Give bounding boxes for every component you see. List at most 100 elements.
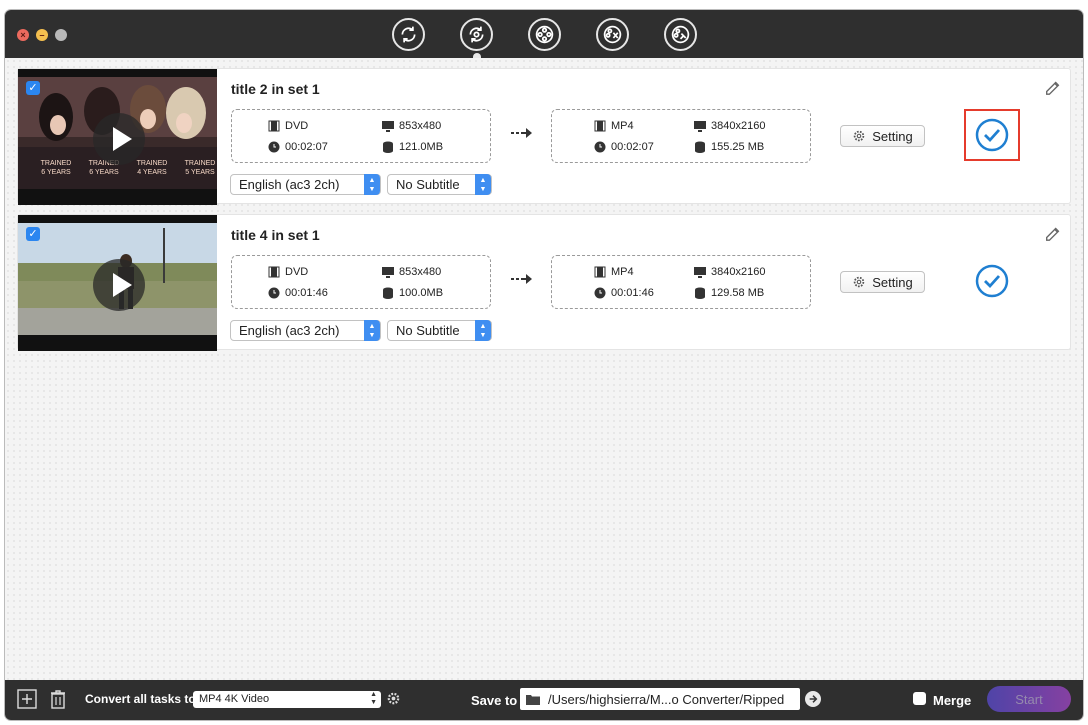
start-button-label: Start: [1015, 691, 1043, 707]
clock-icon: [594, 141, 606, 153]
output-resolution-value: 3840x2160: [711, 120, 766, 132]
source-format: DVD: [268, 266, 308, 278]
source-size-value: 100.0MB: [399, 287, 444, 299]
edit-pencil-icon[interactable]: [1044, 78, 1062, 96]
edit-pencil-icon[interactable]: [1044, 224, 1062, 242]
source-duration-value: 00:02:07: [285, 141, 328, 153]
monitor-icon: [694, 267, 706, 278]
source-info-box: DVD 853x480 00:01:46 100.0MB: [231, 255, 491, 309]
chevron-updown-icon: ▲ ▼: [364, 174, 380, 195]
app-window: × – TRAINED 6 YEARS TRAINED 6 YEARS TRAI…: [5, 10, 1083, 720]
check-circle-icon: [975, 118, 1009, 152]
trash-icon[interactable]: [48, 688, 68, 710]
add-file-icon[interactable]: [17, 688, 37, 710]
folder-icon: [526, 695, 540, 705]
database-icon: [695, 287, 705, 299]
video-toolbox-icon[interactable]: [664, 18, 697, 51]
source-resolution-value: 853x480: [399, 120, 442, 132]
output-info-box: MP4 3840x2160 00:02:07 155.25 MB: [551, 109, 811, 163]
task-checkbox[interactable]: ✓: [26, 227, 40, 241]
setting-button-label: Setting: [872, 128, 913, 144]
source-format-value: DVD: [285, 120, 309, 132]
task-row: ✓ title 4 in set 1 DVD 853x480 00:01:46: [17, 214, 1071, 351]
subtitle-value: No Subtitle: [396, 177, 460, 192]
minimize-window-button[interactable]: –: [36, 29, 48, 41]
subtitle-value: No Subtitle: [396, 323, 460, 338]
gear-icon: [854, 130, 865, 142]
monitor-icon: [382, 267, 394, 278]
save-path-value: /Users/highsierra/M...o Converter/Ripped: [548, 691, 785, 707]
source-duration: 00:02:07: [268, 141, 328, 153]
zoom-window-button[interactable]: [55, 29, 67, 41]
gear-icon[interactable]: [386, 691, 401, 706]
clock-icon: [268, 287, 280, 299]
video-converter-icon[interactable]: [460, 18, 493, 51]
start-button[interactable]: Start: [987, 686, 1071, 712]
video-thumbnail[interactable]: TRAINED 6 YEARS TRAINED 6 YEARS TRAINED …: [18, 69, 217, 205]
setting-button[interactable]: Setting: [840, 125, 925, 147]
subtitle-select[interactable]: No Subtitle ▲ ▼: [387, 174, 492, 195]
video-edit-icon[interactable]: [596, 18, 629, 51]
merge-checkbox[interactable]: [913, 692, 926, 705]
video-download-icon[interactable]: [528, 18, 561, 51]
clock-icon: [268, 141, 280, 153]
output-format: MP4: [594, 266, 634, 278]
audio-track-value: English (ac3 2ch): [239, 177, 340, 192]
setting-button-label: Setting: [872, 274, 913, 290]
done-status-highlight[interactable]: [964, 109, 1020, 161]
task-checkbox[interactable]: ✓: [26, 81, 40, 95]
thumbnail-caption: TRAINED 5 YEARS: [184, 160, 216, 176]
setting-button[interactable]: Setting: [840, 271, 925, 293]
close-window-button[interactable]: ×: [17, 29, 29, 41]
source-format: DVD: [268, 120, 308, 132]
source-resolution: 853x480: [382, 120, 441, 132]
subtitle-select[interactable]: No Subtitle ▲ ▼: [387, 320, 492, 341]
output-duration-value: 00:02:07: [611, 141, 654, 153]
convert-format-select[interactable]: MP4 4K Video ▲ ▼: [193, 691, 381, 708]
audio-track-value: English (ac3 2ch): [239, 323, 340, 338]
source-duration: 00:01:46: [268, 287, 328, 299]
title-bar: × –: [5, 10, 1083, 58]
source-info-box: DVD 853x480 00:02:07 121.0MB: [231, 109, 491, 163]
output-duration-value: 00:01:46: [611, 287, 654, 299]
task-title: title 4 in set 1: [231, 227, 320, 243]
audio-track-select[interactable]: English (ac3 2ch) ▲ ▼: [230, 320, 381, 341]
film-icon: [594, 120, 606, 132]
save-path-field[interactable]: /Users/highsierra/M...o Converter/Ripped: [520, 688, 800, 710]
output-format-value: MP4: [611, 120, 634, 132]
audio-track-select[interactable]: English (ac3 2ch) ▲ ▼: [230, 174, 381, 195]
done-status[interactable]: [964, 255, 1020, 307]
database-icon: [383, 141, 393, 153]
output-duration: 00:01:46: [594, 287, 654, 299]
play-icon[interactable]: [93, 113, 145, 165]
database-icon: [383, 287, 393, 299]
source-format-value: DVD: [285, 266, 309, 278]
merge-label: Merge: [933, 693, 972, 708]
clock-icon: [594, 287, 606, 299]
open-folder-button[interactable]: [805, 691, 821, 707]
film-icon: [268, 266, 280, 278]
film-icon: [268, 120, 280, 132]
dvd-ripper-icon[interactable]: [392, 18, 425, 51]
bottom-bar: Convert all tasks to MP4 4K Video ▲ ▼ Sav…: [5, 680, 1083, 720]
monitor-icon: [382, 121, 394, 132]
output-resolution: 3840x2160: [694, 120, 765, 132]
convert-all-label: Convert all tasks to: [85, 692, 196, 706]
output-resolution: 3840x2160: [694, 266, 765, 278]
output-size-value: 129.58 MB: [711, 287, 765, 299]
database-icon: [695, 141, 705, 153]
source-resolution: 853x480: [382, 266, 441, 278]
monitor-icon: [694, 121, 706, 132]
chevron-updown-icon: ▲ ▼: [370, 691, 377, 706]
output-resolution-value: 3840x2160: [711, 266, 766, 278]
task-title: title 2 in set 1: [231, 81, 320, 97]
output-size-value: 155.25 MB: [711, 141, 765, 153]
convert-format-value: MP4 4K Video: [199, 693, 270, 705]
play-icon[interactable]: [93, 259, 145, 311]
source-size: 100.0MB: [382, 287, 443, 299]
thumbnail-caption: TRAINED 6 YEARS: [40, 160, 72, 176]
video-thumbnail[interactable]: ✓: [18, 215, 217, 351]
convert-arrow-icon: [511, 274, 532, 284]
output-size: 155.25 MB: [694, 141, 764, 153]
output-format-value: MP4: [611, 266, 634, 278]
